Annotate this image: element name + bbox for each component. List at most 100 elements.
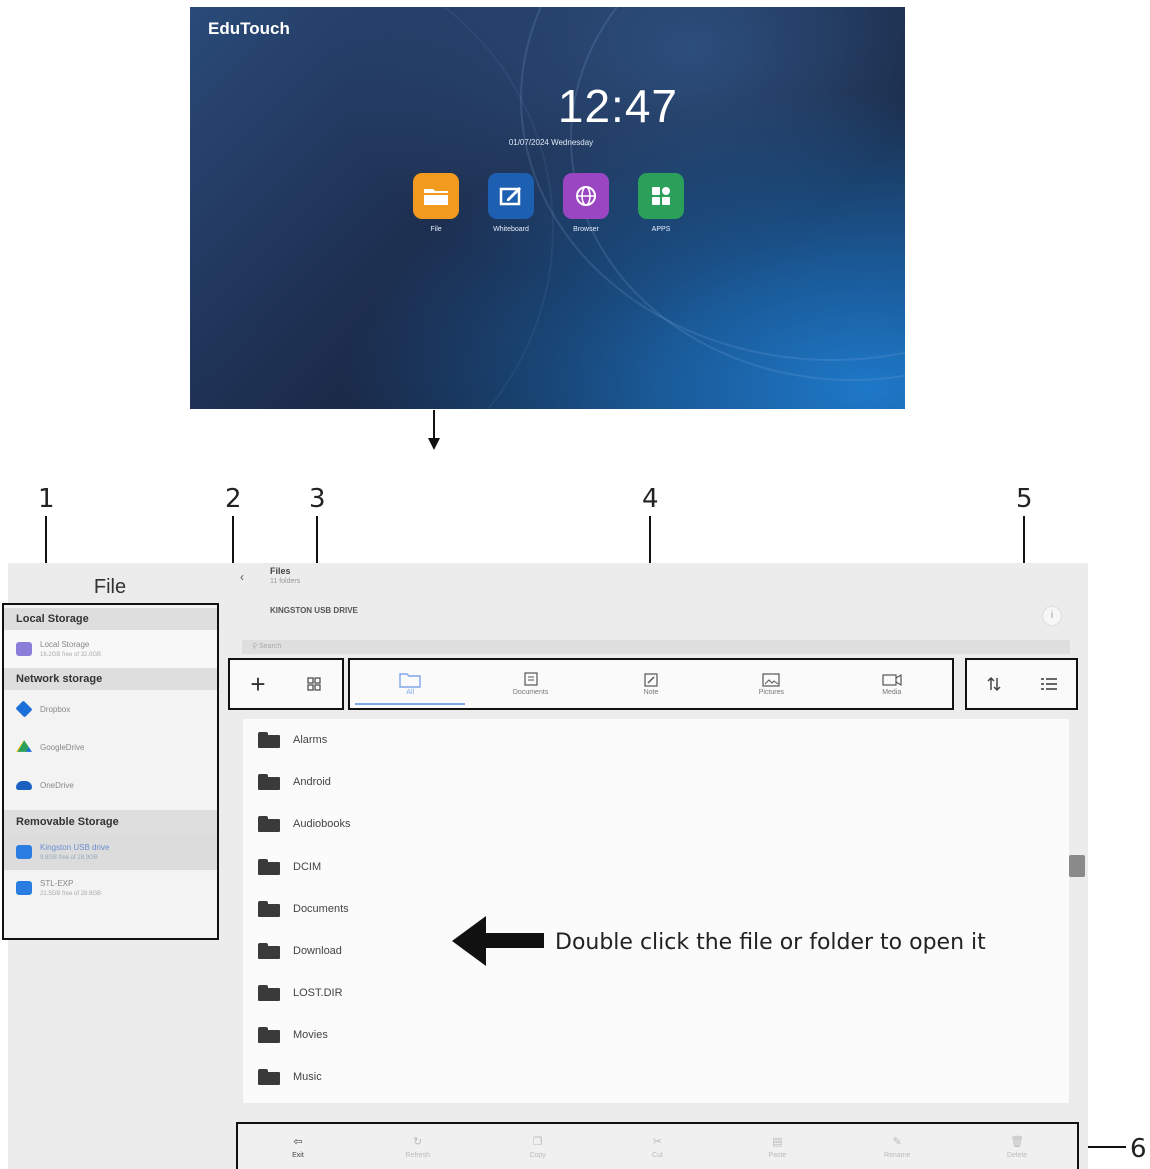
- sidebar-item-googledrive[interactable]: GoogleDrive: [4, 728, 217, 766]
- folder-name: Movies: [293, 1029, 328, 1041]
- action-label: Exit: [292, 1151, 304, 1159]
- folder-icon: [258, 1027, 280, 1043]
- folder-icon: [258, 774, 280, 790]
- info-button[interactable]: i: [1042, 606, 1062, 626]
- paste-button[interactable]: ▤ Paste: [717, 1124, 837, 1169]
- create-select-toolbar: +: [228, 658, 344, 710]
- active-tab-indicator: [355, 703, 466, 705]
- onedrive-icon: [16, 780, 32, 790]
- action-label: Rename: [883, 1151, 911, 1159]
- sidebar-item-label: GoogleDrive: [40, 742, 85, 752]
- sidebar-item-label: OneDrive: [40, 780, 74, 790]
- all-files-icon: [399, 673, 421, 688]
- file-list: Alarms Android Audiobooks DCIM Documents…: [243, 719, 1069, 1103]
- list-view-icon: [1040, 678, 1057, 690]
- refresh-button[interactable]: ↻ Refresh: [358, 1124, 478, 1169]
- rename-icon: ✎: [892, 1135, 902, 1148]
- section-heading-local: Local Storage: [4, 608, 217, 630]
- folder-icon: [258, 732, 280, 748]
- app-whiteboard[interactable]: Whiteboard: [481, 173, 541, 233]
- exit-button[interactable]: ⇦ Exit: [238, 1124, 358, 1169]
- sidebar-item-dropbox[interactable]: Dropbox: [4, 690, 217, 728]
- back-button[interactable]: ‹: [240, 570, 244, 584]
- callout-number: 5: [1016, 484, 1033, 514]
- folder-icon: [258, 985, 280, 1001]
- tab-label: All: [406, 689, 415, 696]
- action-label: Delete: [1006, 1151, 1028, 1159]
- list-item[interactable]: Documents: [258, 899, 349, 919]
- pointer-arrow: [433, 410, 435, 440]
- list-item[interactable]: DCIM: [258, 857, 321, 877]
- tab-media[interactable]: Media: [837, 660, 947, 708]
- app-file[interactable]: File: [406, 173, 466, 233]
- sidebar-item-label: Kingston USB drive: [40, 843, 110, 852]
- list-item[interactable]: Music: [258, 1067, 322, 1087]
- tab-all[interactable]: All: [355, 660, 466, 708]
- search-input[interactable]: ⚲ Search: [242, 640, 1070, 654]
- search-placeholder: Search: [259, 643, 282, 650]
- whiteboard-icon: [488, 173, 534, 219]
- exit-icon: ⇦: [293, 1135, 303, 1148]
- sidebar-item-onedrive[interactable]: OneDrive: [4, 766, 217, 804]
- category-tabs: All Documents Note Pictures Media: [348, 658, 954, 710]
- list-item[interactable]: Android: [258, 772, 331, 792]
- rename-button[interactable]: ✎ Rename: [837, 1124, 957, 1169]
- folder-icon: [258, 1069, 280, 1085]
- wallpaper-swirl: [570, 7, 905, 381]
- app-browser[interactable]: Browser: [556, 173, 616, 233]
- cut-button[interactable]: ✂ Cut: [598, 1124, 718, 1169]
- list-item[interactable]: Alarms: [258, 730, 327, 750]
- hint-arrowhead: [452, 916, 486, 966]
- folder-name: Alarms: [293, 734, 328, 746]
- app-label: Browser: [573, 226, 599, 233]
- add-button[interactable]: +: [230, 660, 286, 708]
- folder-icon: [258, 816, 280, 832]
- hint-arrow: [484, 933, 544, 948]
- tab-pictures[interactable]: Pictures: [716, 660, 826, 708]
- folder-name: Download: [293, 945, 342, 957]
- folder-name: Documents: [293, 903, 349, 915]
- list-item[interactable]: LOST.DIR: [258, 983, 343, 1003]
- delete-icon: 🗑: [1010, 1135, 1025, 1148]
- delete-button[interactable]: 🗑 Delete: [957, 1124, 1077, 1169]
- clock-date: 01/07/2024 Wednesday: [508, 138, 594, 147]
- sidebar-item-sub: 21.5GB free of 28.9GB: [40, 891, 102, 897]
- copy-button[interactable]: ❐ Copy: [478, 1124, 598, 1169]
- sort-button[interactable]: [967, 660, 1022, 708]
- usb-drive-icon: [16, 845, 32, 859]
- apps-icon: [638, 173, 684, 219]
- folder-icon: [258, 901, 280, 917]
- section-heading-removable: Removable Storage: [4, 810, 217, 834]
- sidebar-item-kingston-usb[interactable]: Kingston USB drive 9.8GB free of 28.9GB: [4, 834, 217, 870]
- folder-name: Music: [293, 1071, 322, 1083]
- sidebar-title: File: [93, 576, 127, 598]
- multi-select-button[interactable]: [286, 660, 342, 708]
- sidebar-item-local-storage[interactable]: Local Storage 16.2GB free of 32.0GB: [4, 630, 217, 668]
- bottom-action-bar: ⇦ Exit ↻ Refresh ❐ Copy ✂ Cut ▤ Paste ✎ Rename…: [236, 1122, 1079, 1169]
- tab-label: Media: [882, 689, 902, 696]
- folder-name: Audiobooks: [293, 818, 351, 830]
- tab-note[interactable]: Note: [596, 660, 706, 708]
- sidebar-item-stl-exp[interactable]: STL-EXP 21.5GB free of 28.9GB: [4, 870, 217, 906]
- usb-drive-icon: [16, 881, 32, 895]
- page-title: Files: [270, 566, 291, 576]
- list-item[interactable]: Audiobooks: [258, 814, 351, 834]
- scrollbar-handle[interactable]: [1069, 855, 1085, 877]
- callout-number: 4: [642, 484, 659, 514]
- folder-name: LOST.DIR: [293, 987, 343, 999]
- sort-icon: [987, 676, 1001, 692]
- local-storage-icon: [16, 642, 32, 656]
- action-label: Refresh: [405, 1151, 431, 1159]
- view-mode-button[interactable]: [1022, 660, 1077, 708]
- app-apps[interactable]: APPS: [631, 173, 691, 233]
- paste-icon: ▤: [772, 1135, 783, 1148]
- tab-documents[interactable]: Documents: [476, 660, 586, 708]
- launcher-screen: EduTouch 12:47 01/07/2024 Wednesday File…: [190, 7, 905, 409]
- sidebar-item-sub: 9.8GB free of 28.9GB: [40, 855, 98, 861]
- list-item[interactable]: Download: [258, 941, 342, 961]
- sidebar-item-sub: 16.2GB free of 32.0GB: [40, 652, 102, 658]
- list-item[interactable]: Movies: [258, 1025, 328, 1045]
- callout-number: 3: [309, 484, 326, 514]
- google-drive-icon: [16, 740, 32, 752]
- plus-icon: +: [250, 669, 266, 699]
